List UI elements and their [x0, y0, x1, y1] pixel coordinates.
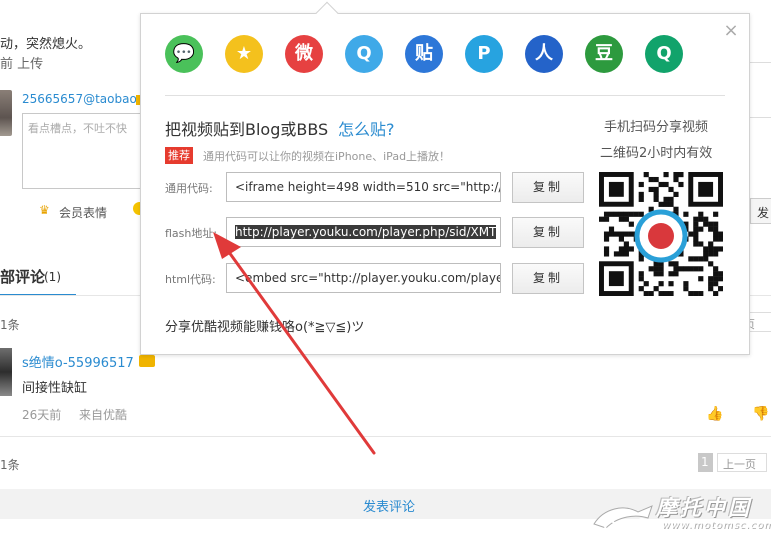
post-button[interactable]: 发: [750, 198, 771, 224]
how-to-link[interactable]: 怎么贴?: [338, 116, 395, 140]
comment-username[interactable]: 25665657@taobao: [22, 92, 137, 106]
upload-time: 前 上传: [0, 57, 44, 72]
share-popup: × 💬 ★ 微 Q 贴 P 人豆 Q 把视频贴到Blog或BBS 怎么贴? 推荐 通用代码可以…: [140, 1, 750, 355]
html-code-field[interactable]: <embed src="http://player.youku.com/play…: [226, 263, 501, 293]
flash-address-selection: http://player.youku.com/player.php/sid/X…: [235, 225, 497, 239]
thumbs-up-icon[interactable]: 👍: [706, 406, 723, 422]
crown-icon[interactable]: ♛: [39, 203, 50, 217]
video-description: 动，突然熄火。: [0, 37, 92, 52]
wechat-icon[interactable]: 💬: [165, 35, 203, 73]
watermark-text: 摩托中国: [656, 496, 752, 520]
comment-text: 间接性缺缸: [22, 381, 88, 396]
commenter-avatar[interactable]: [0, 348, 12, 396]
qq-weibo-icon[interactable]: Q: [645, 35, 683, 73]
qr-title: 手机扫码分享视频: [604, 120, 709, 135]
section-title[interactable]: 部评论: [0, 266, 45, 287]
section-count: (1): [44, 270, 61, 284]
watermark-url: www.motomsc.com: [662, 520, 771, 531]
divider: [0, 436, 771, 437]
pengyou-icon[interactable]: P: [465, 35, 503, 73]
renren-icon[interactable]: 人: [525, 35, 563, 73]
qr-code: [599, 172, 723, 296]
weibo-icon[interactable]: 微: [285, 35, 323, 73]
comment-count-bottom: 1条: [0, 458, 20, 472]
level-badge-icon: [139, 355, 155, 367]
popup-caret: [315, 1, 339, 25]
comment-source: 来自优酷: [79, 408, 128, 422]
avatar[interactable]: [0, 90, 12, 136]
html-code-label: html代码:: [165, 273, 216, 286]
comment-time: 26天前: [22, 408, 62, 422]
flash-address-label: flash地址:: [165, 227, 218, 240]
tieba-icon[interactable]: 贴: [405, 35, 443, 73]
comment-input[interactable]: 看点槽点，不吐不快: [22, 113, 144, 189]
douban-icon[interactable]: 豆: [585, 35, 623, 73]
comment-count-top: 1条: [0, 318, 20, 332]
thumbs-down-icon[interactable]: 👎: [752, 406, 769, 422]
general-code-field[interactable]: <iframe height=498 width=510 src="http:/…: [226, 172, 501, 202]
qr-validity: 二维码2小时内有效: [600, 146, 713, 161]
general-code-label: 通用代码:: [165, 182, 213, 195]
qzone-icon[interactable]: ★: [225, 35, 263, 73]
side-panel-edge: [748, 62, 771, 118]
copy-flash-button[interactable]: 复制: [512, 217, 584, 248]
current-page-button[interactable]: 1: [698, 453, 713, 472]
qq-icon[interactable]: Q: [345, 35, 383, 73]
prev-page-button[interactable]: 上一页: [717, 453, 767, 472]
divider: [165, 95, 725, 96]
embed-title: 把视频贴到Blog或BBS: [165, 120, 329, 139]
close-icon[interactable]: ×: [722, 22, 740, 40]
copy-html-button[interactable]: 复制: [512, 263, 584, 294]
vip-emoji-button[interactable]: 会员表情: [59, 204, 107, 221]
flash-address-field[interactable]: http://player.youku.com/player.php/sid/X…: [226, 217, 501, 247]
recommend-note: 通用代码可以让你的视频在iPhone、iPad上播放！: [203, 150, 451, 163]
commenter-name[interactable]: s绝情o-55996517: [22, 352, 134, 371]
recommend-badge: 推荐: [165, 147, 193, 164]
copy-general-button[interactable]: 复制: [512, 172, 584, 203]
earn-note: 分享优酷视频能赚钱咯o(*≧▽≦)ツ: [165, 320, 365, 335]
post-comment-link[interactable]: 发表评论: [363, 496, 415, 515]
